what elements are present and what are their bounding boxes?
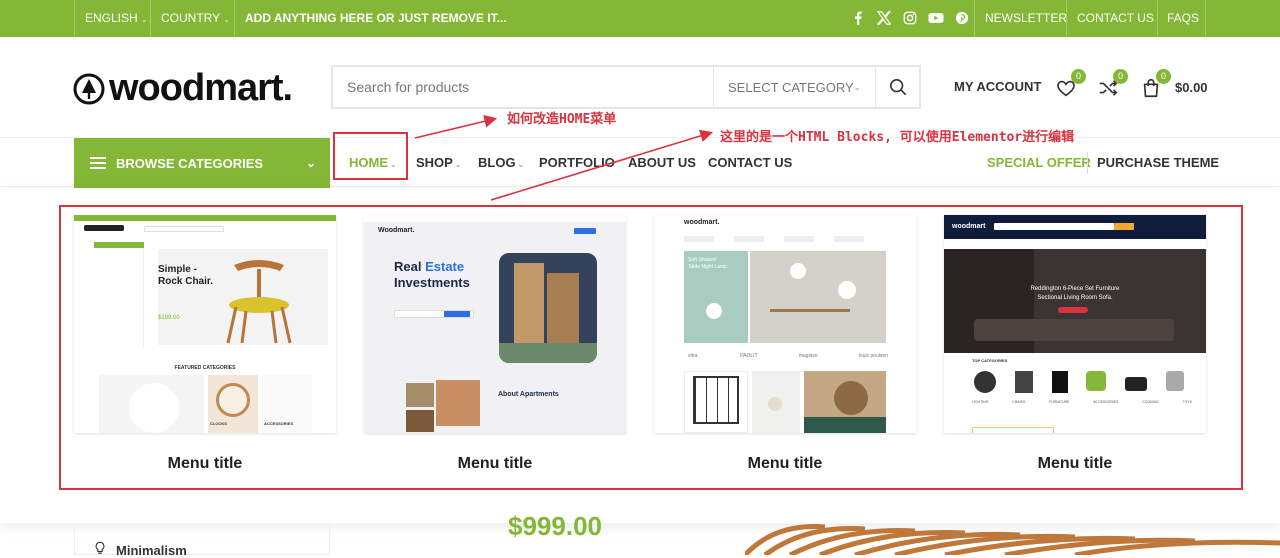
chevron-down-icon: ⌄ xyxy=(140,15,148,24)
topbar-promo-text: ADD ANYTHING HERE OR JUST REMOVE IT... xyxy=(245,11,507,25)
x-icon[interactable] xyxy=(876,10,892,26)
instagram-icon[interactable] xyxy=(902,10,918,26)
top-bar: ENGLISH ⌄ COUNTRY ⌄ ADD ANYTHING HERE OR J… xyxy=(0,0,1280,37)
faqs-link[interactable]: FAQS xyxy=(1167,0,1199,37)
nav-item-contact-us[interactable]: CONTACT US xyxy=(708,138,792,188)
search-bar: SELECT CATEGORY ⌄ xyxy=(331,65,921,109)
topbar-divider xyxy=(234,0,235,37)
browse-categories-button[interactable]: BROWSE CATEGORIES ⌄ xyxy=(74,138,330,188)
nav-item-blog[interactable]: BLOG ⌄ xyxy=(478,138,524,188)
nav-item-portfolio[interactable]: PORTFOLIO xyxy=(539,138,615,188)
lightbulb-icon xyxy=(95,541,105,554)
tree-logo-icon xyxy=(73,73,105,104)
contact-us-link[interactable]: CONTACT US xyxy=(1077,0,1154,37)
html-blocks-annotation-text: 这里的是一个HTML Blocks, 可以使用Elementor进行编辑 xyxy=(720,130,1075,145)
nav-item-shop[interactable]: SHOP ⌄ xyxy=(416,138,462,188)
cart-total[interactable]: $0.00 xyxy=(1175,80,1208,95)
chevron-down-icon: ⌄ xyxy=(305,156,316,170)
main-header: woodmart. SELECT CATEGORY ⌄ MY ACCOUNT 0… xyxy=(0,37,1280,137)
chevron-down-icon: ⌄ xyxy=(454,160,462,169)
cart-count-badge: 0 xyxy=(1156,69,1171,84)
purchase-theme-link[interactable]: PURCHASE THEME xyxy=(1097,138,1219,188)
page-content-below: Minimalism $999.00 xyxy=(0,511,1280,558)
category-select[interactable]: SELECT CATEGORY ⌄ xyxy=(713,67,875,107)
category-sidebar xyxy=(74,523,330,555)
social-icons xyxy=(850,10,970,26)
my-account-link[interactable]: MY ACCOUNT xyxy=(954,79,1041,94)
cart-button[interactable]: 0 xyxy=(1140,69,1171,99)
chevron-down-icon: ⌄ xyxy=(517,160,525,169)
chevron-down-icon: ⌄ xyxy=(223,15,230,24)
topbar-divider xyxy=(150,0,151,37)
chevron-down-icon: ⌄ xyxy=(853,81,861,92)
search-icon xyxy=(889,78,906,96)
topbar-divider xyxy=(1066,0,1067,37)
nav-item-about-us[interactable]: ABOUT US xyxy=(628,138,696,188)
home-annotation-text: 如何改造HOME菜单 xyxy=(507,112,617,127)
wishlist-button[interactable]: 0 xyxy=(1055,69,1086,99)
search-input[interactable] xyxy=(333,67,713,107)
nav-divider xyxy=(1087,152,1088,174)
wooden-chair-image xyxy=(745,524,1280,555)
pinterest-icon[interactable] xyxy=(954,10,970,26)
site-logo[interactable]: woodmart. xyxy=(73,67,293,110)
topbar-divider xyxy=(974,0,975,37)
compare-button[interactable]: 0 xyxy=(1097,69,1128,99)
topbar-divider xyxy=(1157,0,1158,37)
search-button[interactable] xyxy=(875,67,919,107)
language-selector[interactable]: ENGLISH ⌄ xyxy=(85,0,147,37)
home-annotation-box xyxy=(333,132,408,180)
topbar-divider xyxy=(1205,0,1206,37)
country-selector[interactable]: COUNTRY ⌄ xyxy=(161,0,230,37)
wishlist-count-badge: 0 xyxy=(1071,69,1086,84)
youtube-icon[interactable] xyxy=(928,10,944,26)
compare-count-badge: 0 xyxy=(1113,69,1128,84)
logo-text: woodmart. xyxy=(109,67,293,109)
facebook-icon[interactable] xyxy=(850,10,866,26)
menu-icon xyxy=(90,157,106,169)
html-blocks-annotation-box xyxy=(59,205,1243,490)
hero-price: $999.00 xyxy=(508,511,602,541)
sidebar-item-minimalism[interactable]: Minimalism xyxy=(116,543,187,558)
newsletter-link[interactable]: NEWSLETTER xyxy=(985,0,1067,37)
main-nav: BROWSE CATEGORIES ⌄ HOME ⌄ SHOP ⌄ BLOG ⌄ PO… xyxy=(0,137,1280,188)
topbar-divider xyxy=(74,0,75,37)
special-offer-link[interactable]: SPECIAL OFFER xyxy=(987,138,1091,188)
